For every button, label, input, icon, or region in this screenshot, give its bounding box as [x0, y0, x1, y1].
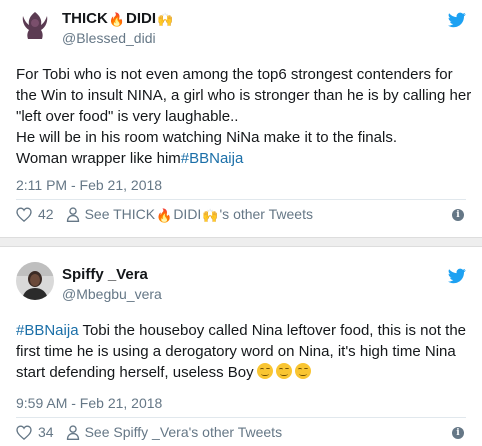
profile-photo-icon — [16, 262, 54, 300]
tweet-text-fragment: Woman wrapper like him — [16, 150, 181, 167]
tweet-actions: 34 See Spiffy _Vera's other Tweets — [16, 422, 282, 442]
divider — [16, 199, 466, 200]
tweet-actions: 42 See THICK🔥DIDI🙌's other Tweets — [16, 204, 313, 224]
heart-icon — [16, 206, 32, 222]
display-name-suffix: DIDI — [126, 10, 157, 27]
fire-emoji: 🔥 — [156, 208, 173, 223]
see-other-tweets-link[interactable]: See Spiffy _Vera's other Tweets — [66, 424, 283, 440]
tweet-text: #BBNaija Tobi the houseboy called Nina l… — [16, 320, 476, 383]
display-name[interactable]: THICK🔥DIDI🙌 — [62, 10, 174, 27]
tweet-timestamp[interactable]: 2:11 PM - Feb 21, 2018 — [16, 177, 162, 193]
tweet-card: THICK🔥DIDI🙌 @Blessed_didi For Tobi who i… — [0, 0, 482, 237]
avatar[interactable] — [16, 262, 54, 300]
see-other-tweets-label: See THICK🔥DIDI🙌's other Tweets — [85, 206, 313, 222]
info-icon[interactable]: i — [452, 427, 464, 439]
user-icon — [66, 206, 79, 222]
twitter-bird-icon[interactable] — [448, 268, 466, 284]
like-count: 34 — [38, 424, 54, 440]
tweet-text-line: Woman wrapper like him#BBNaija — [16, 148, 476, 169]
tweet-separator — [0, 237, 482, 247]
tweet-text-line: He will be in his room watching NiNa mak… — [16, 129, 397, 146]
tweet-card: Spiffy _Vera @Mbegbu_vera #BBNaija Tobi … — [0, 248, 482, 446]
hashtag-link[interactable]: #BBNaija — [16, 322, 79, 339]
link-text-mid: DIDI — [173, 206, 202, 222]
hashtag-link[interactable]: #BBNaija — [181, 150, 244, 167]
avatar[interactable] — [16, 6, 54, 44]
smirking-face-emoji — [256, 363, 273, 379]
like-button[interactable]: 34 — [16, 424, 66, 440]
tweet-text-fragment: Tobi the houseboy called Nina leftover f… — [16, 322, 467, 381]
heart-icon — [16, 424, 32, 440]
divider — [16, 417, 466, 418]
smirking-face-emoji — [275, 363, 292, 379]
link-text-prefix: See THICK — [84, 206, 156, 222]
raised-hands-emoji: 🙌 — [202, 208, 219, 223]
tweet-text-line: For Tobi who is not even among the top6 … — [16, 66, 472, 125]
smirking-face-emoji — [294, 363, 311, 379]
like-count: 42 — [38, 206, 54, 222]
display-name-prefix: THICK — [62, 10, 108, 27]
raised-hands-emoji: 🙌 — [157, 12, 174, 27]
fire-emoji: 🔥 — [108, 12, 126, 27]
info-icon[interactable]: i — [452, 209, 464, 221]
like-button[interactable]: 42 — [16, 206, 66, 222]
tweet-text: For Tobi who is not even among the top6 … — [16, 64, 476, 169]
see-other-tweets-label: See Spiffy _Vera's other Tweets — [84, 424, 283, 440]
profile-avatar-silhouette-icon — [16, 6, 54, 44]
display-name[interactable]: Spiffy _Vera — [62, 266, 148, 283]
user-handle[interactable]: @Blessed_didi — [62, 30, 156, 46]
see-other-tweets-link[interactable]: See THICK🔥DIDI🙌's other Tweets — [66, 206, 313, 222]
tweet-text-line: #BBNaija Tobi the houseboy called Nina l… — [16, 320, 476, 383]
user-icon — [66, 424, 79, 440]
user-handle[interactable]: @Mbegbu_vera — [62, 286, 162, 302]
link-text-suffix: 's other Tweets — [219, 206, 313, 222]
twitter-bird-icon[interactable] — [448, 12, 466, 28]
tweet-timestamp[interactable]: 9:59 AM - Feb 21, 2018 — [16, 395, 162, 411]
